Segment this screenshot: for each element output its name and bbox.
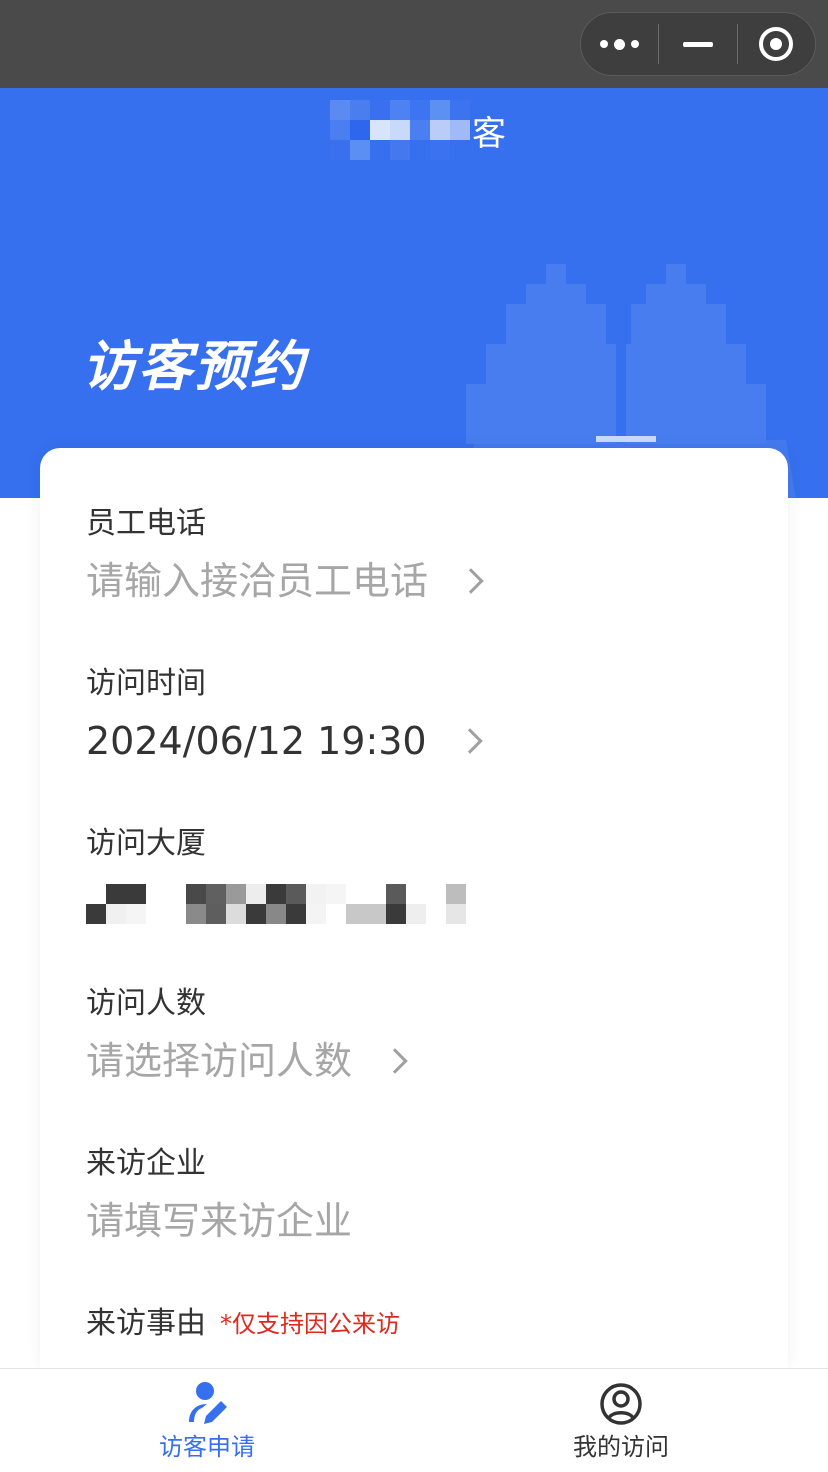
title-bar (0, 0, 828, 88)
tab-visitor-apply[interactable]: 访客申请 (0, 1369, 414, 1472)
reservation-form-card: 员工电话 请输入接洽员工电话 访问时间 2024/06/12 19:30 访问大… (40, 448, 788, 1368)
hero-header: 客 访客预约 (0, 88, 828, 498)
tab-label: 我的访问 (573, 1432, 669, 1461)
person-edit-icon (189, 1381, 227, 1424)
field-label: 访问时间 (86, 666, 206, 701)
visit-time-picker[interactable]: 2024/06/12 19:30 (86, 716, 483, 766)
close-button[interactable] (738, 13, 815, 75)
field-value: 2024/06/12 19:30 (86, 719, 427, 763)
chevron-right-icon (458, 568, 484, 594)
field-placeholder: 请输入接洽员工电话 (86, 559, 429, 603)
tab-my-visits[interactable]: 我的访问 (414, 1369, 828, 1472)
app-name-redacted (330, 100, 470, 160)
field-label: 访问人数 (86, 986, 206, 1021)
visitor-count-field[interactable]: 访问人数 请选择访问人数 (86, 984, 408, 1086)
business-visit-note: *仅支持因公来访 (220, 1310, 400, 1338)
field-label: 来访事由 (86, 1306, 206, 1341)
minimize-button[interactable] (659, 13, 736, 75)
field-placeholder: 请选择访问人数 (86, 1039, 353, 1083)
page-title: 访客预约 (82, 335, 306, 398)
app-name: 客 (330, 100, 506, 160)
app-name-suffix: 客 (472, 113, 506, 154)
visiting-company-input[interactable]: 请填写来访企业 (86, 1196, 352, 1246)
tab-label: 访客申请 (159, 1432, 255, 1461)
visiting-company-field[interactable]: 来访企业 请填写来访企业 (86, 1144, 352, 1246)
visit-reason-field[interactable]: 来访事由 *仅支持因公来访 (86, 1304, 400, 1344)
field-label: 员工电话 (86, 506, 206, 541)
capsule-menu (580, 12, 816, 76)
redacted-building-value (86, 884, 466, 924)
chevron-right-icon (456, 728, 483, 754)
field-placeholder: 请填写来访企业 (86, 1199, 353, 1243)
visitor-count-picker[interactable]: 请选择访问人数 (86, 1036, 408, 1086)
chevron-right-icon (382, 1048, 408, 1074)
field-label: 来访企业 (86, 1146, 206, 1181)
user-circle-icon (600, 1382, 642, 1425)
minus-icon (682, 41, 713, 47)
field-label: 访问大厦 (86, 826, 206, 861)
employee-phone-input[interactable]: 请输入接洽员工电话 (86, 556, 484, 606)
bottom-tab-bar: 访客申请 我的访问 (0, 1368, 828, 1472)
visit-building-field[interactable]: 访问大厦 (86, 824, 466, 924)
field-label-row: 来访事由 *仅支持因公来访 (86, 1304, 400, 1344)
more-button[interactable] (581, 13, 658, 75)
more-dots-icon (600, 38, 640, 50)
employee-phone-field[interactable]: 员工电话 请输入接洽员工电话 (86, 504, 484, 606)
target-close-icon (759, 27, 794, 61)
visit-time-field[interactable]: 访问时间 2024/06/12 19:30 (86, 664, 483, 766)
